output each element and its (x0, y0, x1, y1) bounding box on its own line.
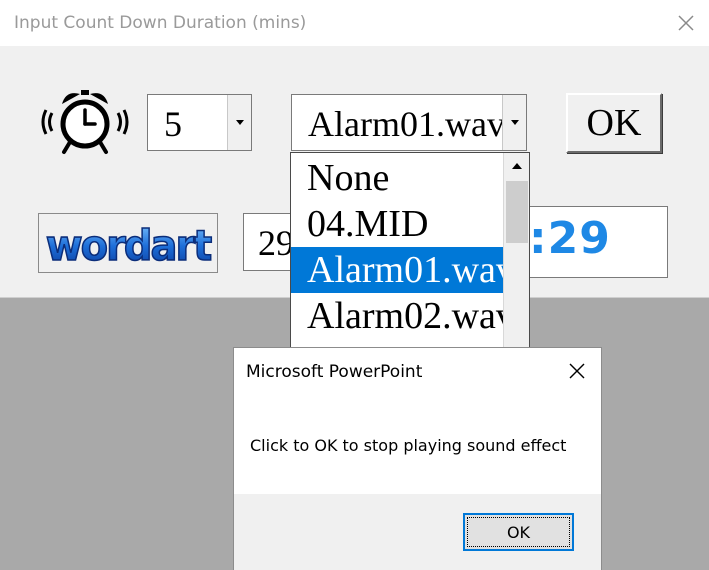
message-box: Microsoft PowerPoint Click to OK to stop… (233, 347, 602, 570)
close-icon[interactable] (672, 9, 700, 37)
minutes-field-value: 29 (258, 223, 294, 263)
wordart-text: wordart (46, 221, 212, 270)
message-box-title: Microsoft PowerPoint (246, 362, 423, 382)
chevron-down-icon (510, 120, 519, 125)
scroll-thumb[interactable] (506, 181, 528, 243)
minutes-combo[interactable]: 5 (147, 94, 252, 151)
wordart-logo: wordart (45, 221, 215, 272)
close-icon[interactable] (565, 359, 589, 383)
sound-combo-value: Alarm01.wav (308, 104, 504, 144)
dropdown-scrollbar[interactable] (503, 153, 529, 351)
message-ok-button[interactable]: OK (463, 513, 574, 551)
scroll-up-button[interactable] (504, 153, 529, 179)
message-box-footer: OK (234, 494, 601, 570)
sound-combo[interactable]: Alarm01.wav (291, 94, 527, 151)
minutes-combo-dropdown-button[interactable] (227, 95, 251, 150)
alarm-clock-icon (41, 90, 129, 154)
sound-combo-dropdown-button[interactable] (502, 95, 526, 150)
dropdown-item[interactable]: 04.MID (291, 201, 503, 247)
countdown-display: :29 (528, 206, 668, 278)
wordart-button[interactable]: wordart (38, 213, 218, 273)
dialog-titlebar: Input Count Down Duration (mins) (0, 0, 709, 46)
dropdown-item[interactable]: None (291, 155, 503, 201)
message-text: Click to OK to stop playing sound effect (250, 436, 567, 455)
sound-dropdown-list[interactable]: None 04.MID Alarm01.wav Alarm02.wav (290, 152, 530, 352)
minutes-combo-value: 5 (164, 104, 182, 144)
focus-rect (467, 517, 570, 547)
dialog-title: Input Count Down Duration (mins) (14, 13, 307, 33)
chevron-down-icon (235, 120, 244, 125)
dropdown-item-selected[interactable]: Alarm01.wav (291, 247, 503, 293)
dropdown-item[interactable]: Alarm02.wav (291, 293, 503, 339)
ok-button[interactable]: OK (566, 93, 662, 153)
chevron-up-icon (512, 163, 522, 169)
countdown-text: :29 (529, 213, 611, 264)
